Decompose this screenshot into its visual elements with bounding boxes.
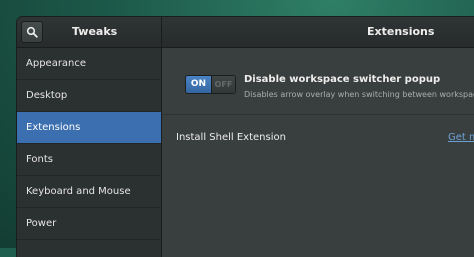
- sidebar-item-label: Appearance: [26, 58, 87, 69]
- search-icon: [26, 26, 38, 38]
- sidebar-item-desktop[interactable]: Desktop: [17, 80, 161, 112]
- sidebar-item-power[interactable]: Power: [17, 208, 161, 240]
- extension-toggle-switch[interactable]: ON OFF: [185, 75, 236, 94]
- sidebar-item-label: Keyboard and Mouse: [26, 186, 131, 197]
- sidebar-item-label: Desktop: [26, 90, 68, 101]
- sidebar: Appearance Desktop Extensions Fonts Keyb…: [17, 48, 162, 257]
- sidebar-item-fonts[interactable]: Fonts: [17, 144, 161, 176]
- header-bar: Tweaks Extensions: [17, 17, 474, 48]
- sidebar-item-label: Fonts: [26, 154, 53, 165]
- sidebar-item-appearance[interactable]: Appearance: [17, 48, 161, 80]
- tweaks-window: Tweaks Extensions Appearance Desktop Ext…: [17, 17, 474, 257]
- search-button[interactable]: [21, 21, 43, 43]
- page-title: Extensions: [367, 25, 435, 38]
- switch-on-label: ON: [186, 76, 211, 93]
- extensions-panel: ON OFF Disable workspace switcher popup …: [162, 48, 474, 257]
- sidebar-item-label: Extensions: [26, 122, 81, 133]
- extension-title: Disable workspace switcher popup: [244, 74, 441, 85]
- extension-description: Disables arrow overlay when switching be…: [244, 90, 474, 99]
- sidebar-item-keyboard-and-mouse[interactable]: Keyboard and Mouse: [17, 176, 161, 208]
- row-separator: [162, 114, 474, 115]
- switch-slider-handle[interactable]: OFF: [211, 76, 235, 93]
- install-shell-extension-label: Install Shell Extension: [176, 132, 286, 143]
- app-title: Tweaks: [72, 25, 118, 38]
- sidebar-item-extensions[interactable]: Extensions: [17, 112, 161, 144]
- get-more-extensions-link[interactable]: Get m: [448, 132, 474, 143]
- header-bar-left: Tweaks: [17, 17, 162, 47]
- sidebar-item-label: Power: [26, 218, 57, 229]
